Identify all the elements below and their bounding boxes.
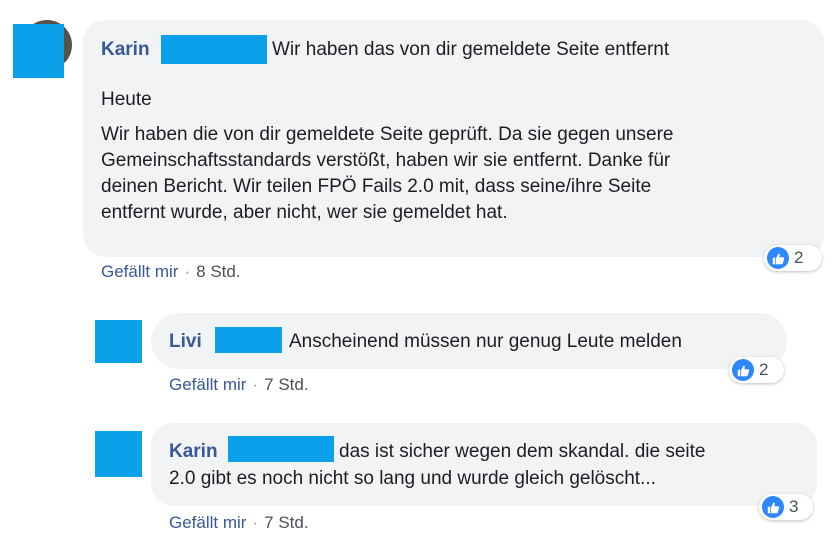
- thumbs-up-icon: [732, 359, 754, 381]
- timestamp[interactable]: 7 Std.: [264, 375, 308, 394]
- name-redaction: [228, 436, 334, 462]
- comment-actions: Gefällt mir · 7 Std.: [169, 375, 309, 395]
- timestamp[interactable]: 7 Std.: [264, 513, 308, 532]
- comment-author[interactable]: Karin: [101, 38, 150, 62]
- comment-author[interactable]: Livi: [169, 330, 202, 354]
- comment-actions: Gefällt mir · 7 Std.: [169, 513, 309, 533]
- name-redaction: [215, 327, 282, 353]
- separator: ·: [252, 375, 259, 394]
- thumbs-up-icon: [762, 496, 784, 518]
- reaction-count: 2: [759, 360, 769, 379]
- comment-actions: Gefällt mir · 8 Std.: [101, 262, 241, 282]
- avatar-redaction: [13, 24, 64, 78]
- comment-date: Heute: [101, 89, 152, 110]
- reaction-count: 3: [789, 497, 799, 516]
- comment-text-line: Anscheinend müssen nur genug Leute melde…: [289, 331, 682, 352]
- comment-author[interactable]: Karin: [169, 440, 218, 464]
- avatar-redaction[interactable]: [95, 431, 142, 477]
- reaction-summary[interactable]: 3: [759, 494, 813, 520]
- comment-text-line: deinen Bericht. Wir teilen FPÖ Fails 2.0…: [101, 176, 652, 197]
- separator: ·: [184, 262, 191, 281]
- reaction-summary[interactable]: 2: [764, 245, 822, 271]
- like-link[interactable]: Gefällt mir: [101, 262, 178, 281]
- timestamp[interactable]: 8 Std.: [196, 262, 240, 281]
- comment-text-line: entfernt wurde, aber nicht, wer sie geme…: [101, 202, 508, 223]
- separator: ·: [252, 513, 259, 532]
- comment-text-line: 2.0 gibt es noch nicht so lang und wurde…: [169, 468, 656, 489]
- comment-text-line: Gemeinschaftsstandards verstößt, haben w…: [101, 150, 671, 171]
- like-link[interactable]: Gefällt mir: [169, 375, 246, 394]
- reaction-summary[interactable]: 2: [729, 357, 784, 383]
- comment-text-line: Wir haben die von dir gemeldete Seite ge…: [101, 124, 674, 145]
- thumbs-up-icon: [767, 247, 789, 269]
- reaction-count: 2: [794, 248, 804, 267]
- name-redaction: [161, 35, 267, 64]
- comment-title: Wir haben das von dir gemeldete Seite en…: [272, 39, 670, 60]
- comment-text-line: das ist sicher wegen dem skandal. die se…: [339, 441, 706, 462]
- like-link[interactable]: Gefällt mir: [169, 513, 246, 532]
- avatar-redaction[interactable]: [95, 320, 142, 363]
